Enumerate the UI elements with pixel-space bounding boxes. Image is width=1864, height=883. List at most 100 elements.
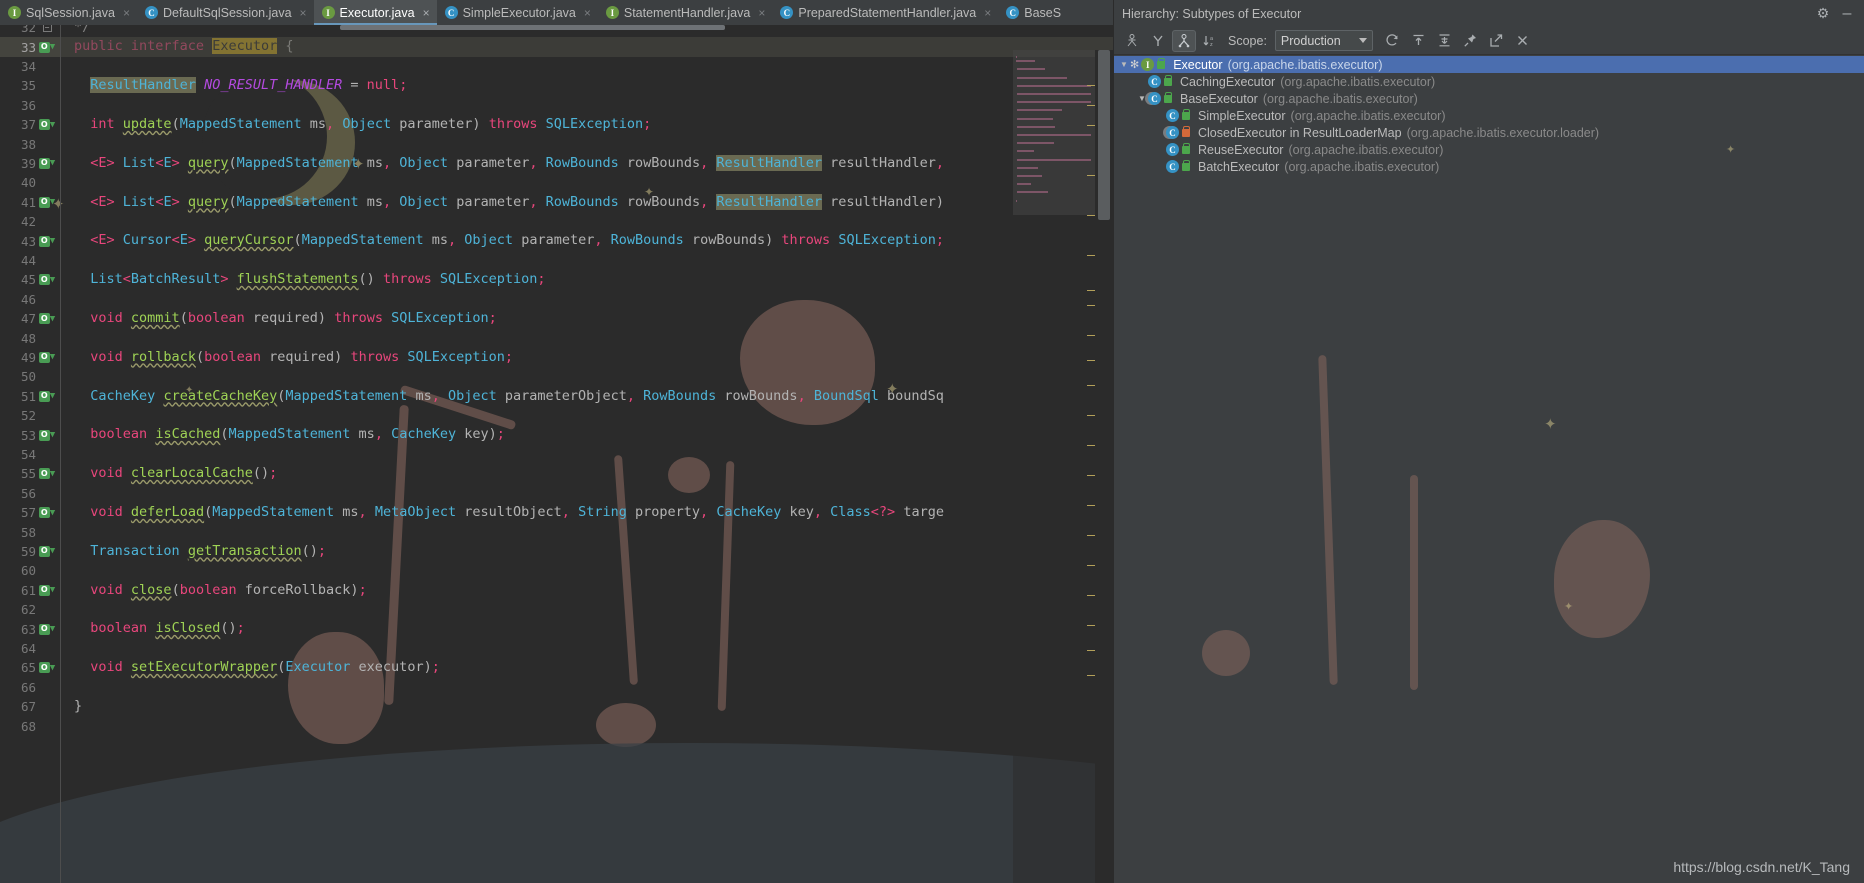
code-line[interactable]: void setExecutorWrapper(Executor executo… <box>74 658 440 677</box>
scrollbar-warning-tick[interactable] <box>1087 385 1095 386</box>
gutter-line[interactable]: 45 O ▼ <box>0 270 60 289</box>
editor-body[interactable]: ✦ ✦ ✦ ✦ ✦ 32−33 O ▼ 34 35 36 37 O ▼ 38 39 O ▼ 40 41 O ▼ 4… <box>0 25 1113 883</box>
gutter-line[interactable]: 56 <box>0 484 60 503</box>
scrollbar-warning-tick[interactable] <box>1087 335 1095 336</box>
implemented-by-icon[interactable]: O <box>38 274 50 286</box>
gutter-marker[interactable]: O ▼ <box>36 274 58 286</box>
gutter-marker[interactable]: O ▼ <box>36 235 58 247</box>
scrollbar-warning-tick[interactable] <box>1087 175 1095 176</box>
gutter-line[interactable]: 58 <box>0 522 60 541</box>
scrollbar-warning-tick[interactable] <box>1087 625 1095 626</box>
gutter-line[interactable]: 42 <box>0 212 60 231</box>
code-line[interactable]: <E> List<E> query(MappedStatement ms, Ob… <box>74 154 944 173</box>
chevron-down-icon[interactable]: ▼ <box>1118 60 1130 69</box>
gutter-line[interactable]: 37 O ▼ <box>0 115 60 134</box>
hierarchy-tree-row[interactable]: ▼ ✻ I Executor (org.apache.ibatis.executor) <box>1114 56 1864 73</box>
gutter-line[interactable]: 38 <box>0 134 60 153</box>
fold-collapse-icon[interactable]: − <box>42 25 52 33</box>
implemented-by-icon[interactable]: O <box>38 119 50 131</box>
gutter-marker[interactable]: O ▼ <box>36 313 58 325</box>
implemented-by-icon[interactable]: O <box>38 584 50 596</box>
scrollbar-warning-tick[interactable] <box>1087 290 1095 291</box>
gutter-marker[interactable]: O ▼ <box>36 429 58 441</box>
editor-gutter[interactable]: 32−33 O ▼ 34 35 36 37 O ▼ 38 39 O ▼ 40 41 O ▼ 42 43 O ▼ 44 45 O… <box>0 25 60 883</box>
tab-close-icon[interactable]: × <box>584 7 591 19</box>
gutter-marker[interactable]: O ▼ <box>36 507 58 519</box>
gutter-marker[interactable]: O ▼ <box>36 390 58 402</box>
scrollbar-warning-tick[interactable] <box>1087 445 1095 446</box>
hierarchy-tree-row[interactable]: C SimpleExecutor (org.apache.ibatis.execut… <box>1114 107 1864 124</box>
gutter-marker[interactable]: − <box>36 25 58 33</box>
gutter-line[interactable]: 50 <box>0 367 60 386</box>
gutter-line[interactable]: 34 <box>0 57 60 76</box>
scrollbar-warning-tick[interactable] <box>1087 85 1095 86</box>
gutter-line[interactable]: 33 O ▼ <box>0 37 60 56</box>
gutter-line[interactable]: 36 <box>0 96 60 115</box>
gutter-line[interactable]: 35 <box>0 76 60 95</box>
gutter-marker[interactable]: O ▼ <box>36 623 58 635</box>
code-line[interactable]: ResultHandler NO_RESULT_HANDLER = null; <box>74 76 407 95</box>
implemented-by-icon[interactable]: O <box>38 235 50 247</box>
scrollbar-warning-tick[interactable] <box>1087 125 1095 126</box>
code-line[interactable]: void rollback(boolean required) throws S… <box>74 348 513 367</box>
refresh-button[interactable] <box>1381 30 1405 52</box>
code-line[interactable]: List<BatchResult> flushStatements() thro… <box>74 270 545 289</box>
code-line[interactable]: Transaction getTransaction(); <box>74 542 326 561</box>
code-wrap[interactable]: 32−33 O ▼ 34 35 36 37 O ▼ 38 39 O ▼ 40 41 O ▼ 42 43 O ▼ 44 45 O… <box>0 25 1113 883</box>
code-line[interactable]: boolean isClosed(); <box>74 619 244 638</box>
gutter-line[interactable]: 54 <box>0 445 60 464</box>
code-line[interactable]: int update(MappedStatement ms, Object pa… <box>74 115 651 134</box>
gutter-marker[interactable]: O ▼ <box>36 662 58 674</box>
gutter-line[interactable]: 57 O ▼ <box>0 503 60 522</box>
gutter-line[interactable]: 52 <box>0 406 60 425</box>
gutter-line[interactable]: 53 O ▼ <box>0 425 60 444</box>
gutter-marker[interactable]: O ▼ <box>36 351 58 363</box>
tab-close-icon[interactable]: × <box>423 7 430 19</box>
sort-alphabetically-button[interactable]: az <box>1198 30 1222 52</box>
gutter-line[interactable]: 39 O ▼ <box>0 154 60 173</box>
editor-tab-simpleexecutor[interactable]: C SimpleExecutor.java × <box>437 0 598 25</box>
implemented-by-icon[interactable]: O <box>38 468 50 480</box>
gutter-line[interactable]: 61 O ▼ <box>0 581 60 600</box>
implemented-by-icon[interactable]: O <box>38 313 50 325</box>
scrollbar-warning-tick[interactable] <box>1087 360 1095 361</box>
editor-scrollbar[interactable] <box>1095 50 1113 883</box>
close-icon[interactable] <box>1511 30 1535 52</box>
gutter-line[interactable]: 65 O ▼ <box>0 658 60 677</box>
subtypes-hierarchy-button[interactable] <box>1172 29 1196 52</box>
implemented-by-icon[interactable]: O <box>38 351 50 363</box>
scrollbar-thumb[interactable] <box>1098 50 1110 220</box>
code-line[interactable]: } <box>74 697 82 716</box>
export-icon[interactable] <box>1485 30 1509 52</box>
implemented-by-icon[interactable]: O <box>38 545 50 557</box>
gutter-marker[interactable]: O ▼ <box>36 545 58 557</box>
code-text-area[interactable]: */public interface Executor { ResultHand… <box>60 25 1113 883</box>
scrollbar-warning-tick[interactable] <box>1087 675 1095 676</box>
tab-close-icon[interactable]: × <box>123 7 130 19</box>
scrollbar-warning-tick[interactable] <box>1087 565 1095 566</box>
scrollbar-warning-tick[interactable] <box>1087 105 1095 106</box>
code-line[interactable]: */ <box>74 25 90 37</box>
editor-tab-bases[interactable]: C BaseS <box>998 0 1068 25</box>
gear-icon[interactable]: ⚙ <box>1814 5 1832 22</box>
scrollbar-warning-tick[interactable] <box>1087 215 1095 216</box>
hierarchy-tree[interactable]: ✦ ✦ ✦ ▼ ✻ I Executor (org.apache.ibatis.exec… <box>1114 55 1864 883</box>
hierarchy-tree-row[interactable]: C ReuseExecutor (org.apache.ibatis.executo… <box>1114 141 1864 158</box>
minimap-viewport[interactable] <box>1013 50 1095 215</box>
pin-icon[interactable] <box>1459 30 1483 52</box>
scrollbar-warning-tick[interactable] <box>1087 305 1095 306</box>
gutter-marker[interactable]: O ▼ <box>36 157 58 169</box>
gutter-line[interactable]: 40 <box>0 173 60 192</box>
scrollbar-warning-tick[interactable] <box>1087 650 1095 651</box>
scrollbar-warning-tick[interactable] <box>1087 535 1095 536</box>
gutter-line[interactable]: 49 O ▼ <box>0 348 60 367</box>
gutter-line[interactable]: 59 O ▼ <box>0 542 60 561</box>
gutter-line[interactable]: 32− <box>0 25 60 37</box>
scrollbar-warning-tick[interactable] <box>1087 255 1095 256</box>
expand-all-button[interactable] <box>1407 30 1431 52</box>
editor-tab-sqlsession[interactable]: I SqlSession.java × <box>0 0 137 25</box>
scrollbar-warning-tick[interactable] <box>1087 475 1095 476</box>
tab-close-icon[interactable]: × <box>984 7 991 19</box>
code-line[interactable]: CacheKey createCacheKey(MappedStatement … <box>74 387 944 406</box>
gutter-marker[interactable]: O ▼ <box>36 119 58 131</box>
